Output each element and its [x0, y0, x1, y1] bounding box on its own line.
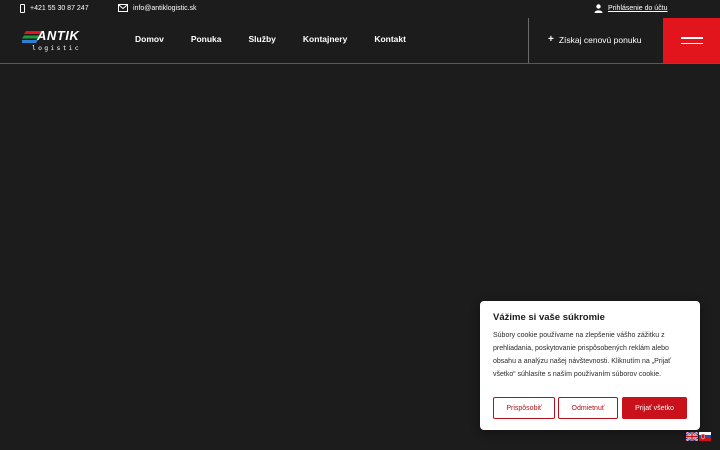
header-bottom-border	[0, 63, 720, 64]
nav-item-kontajnery[interactable]: Kontajnery	[303, 34, 347, 44]
plus-icon: +	[548, 34, 554, 45]
sk-flag-icon[interactable]	[699, 432, 711, 441]
quote-button[interactable]: + Získaj cenovú ponuku	[548, 34, 642, 45]
main-nav: Domov Ponuka Služby Kontajnery Kontakt	[135, 34, 433, 44]
cookie-title: Vážime si vaše súkromie	[493, 312, 605, 323]
reject-button[interactable]: Odmietnuť	[558, 397, 618, 419]
login-label: Prihlásenie do účtu	[608, 5, 668, 12]
phone-icon	[20, 4, 25, 13]
nav-item-domov[interactable]: Domov	[135, 34, 164, 44]
quote-label: Získaj cenovú ponuku	[558, 34, 642, 45]
hamburger-icon	[680, 42, 703, 44]
cookie-consent-dialog: Vážime si vaše súkromie Súbory cookie po…	[480, 301, 700, 430]
user-icon	[594, 4, 603, 13]
top-bar: +421 55 30 87 247 info@antiklogistic.sk …	[0, 0, 720, 18]
phone-link[interactable]: +421 55 30 87 247	[20, 4, 89, 13]
customize-button[interactable]: Prispôsobiť	[493, 397, 555, 419]
language-switcher	[686, 432, 711, 441]
nav-item-kontakt[interactable]: Kontakt	[374, 34, 406, 44]
email-address: info@antiklogistic.sk	[133, 4, 197, 12]
email-link[interactable]: info@antiklogistic.sk	[118, 4, 197, 12]
header-divider	[528, 18, 529, 63]
nav-item-sluzby[interactable]: Služby	[249, 34, 276, 44]
logo[interactable]: ANTIK logistic	[22, 28, 88, 54]
main-header: ANTIK logistic Domov Ponuka Služby Konta…	[0, 18, 720, 63]
en-flag-icon[interactable]	[686, 432, 698, 441]
phone-number: +421 55 30 87 247	[30, 5, 89, 12]
accept-all-button[interactable]: Prijať všetko	[622, 397, 687, 419]
mail-icon	[118, 4, 128, 12]
cookie-text: Súbory cookie používame na zlepšenie váš…	[493, 332, 671, 378]
nav-item-ponuka[interactable]: Ponuka	[191, 34, 222, 44]
logo-word: ANTIK	[37, 28, 80, 43]
hamburger-icon	[680, 37, 703, 39]
menu-button[interactable]	[663, 18, 720, 63]
logo-subtitle: logistic	[32, 44, 81, 52]
login-link[interactable]: Prihlásenie do účtu	[594, 4, 668, 13]
